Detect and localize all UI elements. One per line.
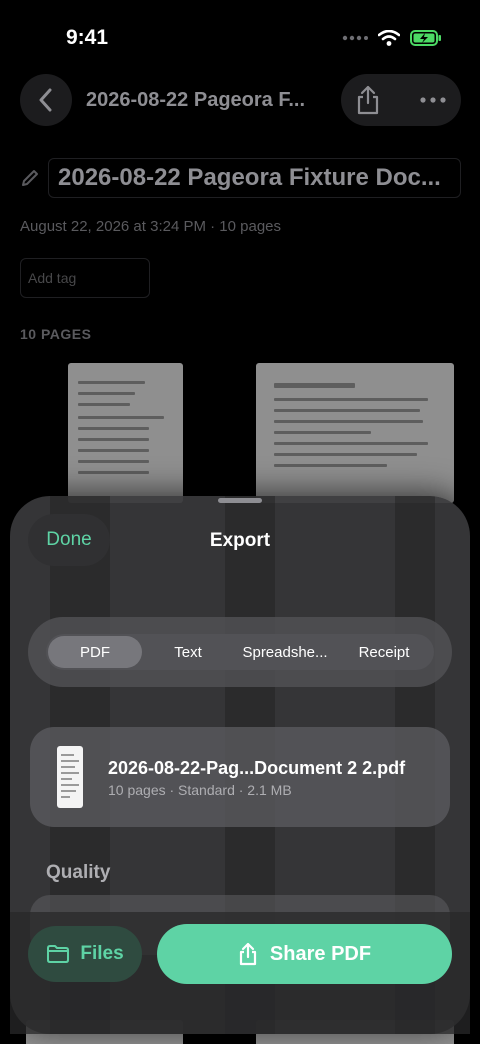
more-button[interactable] — [405, 74, 461, 126]
pencil-icon — [20, 168, 40, 193]
format-spreadsheet[interactable]: Spreadshe... — [234, 636, 336, 668]
quality-label: Quality — [46, 862, 111, 883]
share-button-label: Share PDF — [269, 942, 372, 965]
tag-placeholder: Add tag — [28, 270, 77, 286]
sheet-grabber[interactable] — [218, 498, 262, 503]
page-thumbnail[interactable] — [256, 363, 454, 503]
file-name: 2026-08-22-Pag...Document 2 2.pdf — [108, 758, 406, 778]
more-icon — [420, 97, 446, 103]
battery-icon — [410, 30, 441, 46]
files-button-label: Files — [80, 943, 124, 964]
chevron-left-icon — [39, 88, 52, 112]
document-meta: August 22, 2026 at 3:24 PM · 10 pages — [20, 218, 282, 235]
format-picker: PDF Text Spreadshe... Receipt — [46, 634, 434, 670]
share-icon — [357, 85, 379, 115]
document-title: 2026-08-22 Pageora Fixture Doc... — [58, 164, 441, 191]
sheet-title: Export — [209, 530, 271, 551]
files-button[interactable]: Files — [28, 926, 142, 982]
format-receipt[interactable]: Receipt — [336, 636, 432, 668]
wifi-icon — [378, 30, 400, 46]
back-button[interactable] — [20, 74, 72, 126]
share-icon — [239, 942, 257, 966]
share-button[interactable] — [341, 74, 395, 126]
folder-icon — [47, 945, 70, 963]
page-thumbnail[interactable] — [68, 363, 183, 503]
format-text[interactable]: Text — [142, 636, 234, 668]
status-indicators — [342, 30, 442, 46]
share-pdf-button[interactable]: Share PDF — [157, 924, 452, 984]
file-thumbnail — [57, 746, 83, 808]
nav-title: 2026-08-22 Pageora F... — [86, 89, 306, 111]
file-meta: 10 pages · Standard · 2.1 MB — [108, 782, 292, 798]
status-time: 9:41 — [66, 26, 109, 49]
format-pdf[interactable]: PDF — [48, 636, 142, 668]
pages-section-label: 10 PAGES — [20, 326, 92, 342]
signal-icon — [342, 35, 368, 41]
